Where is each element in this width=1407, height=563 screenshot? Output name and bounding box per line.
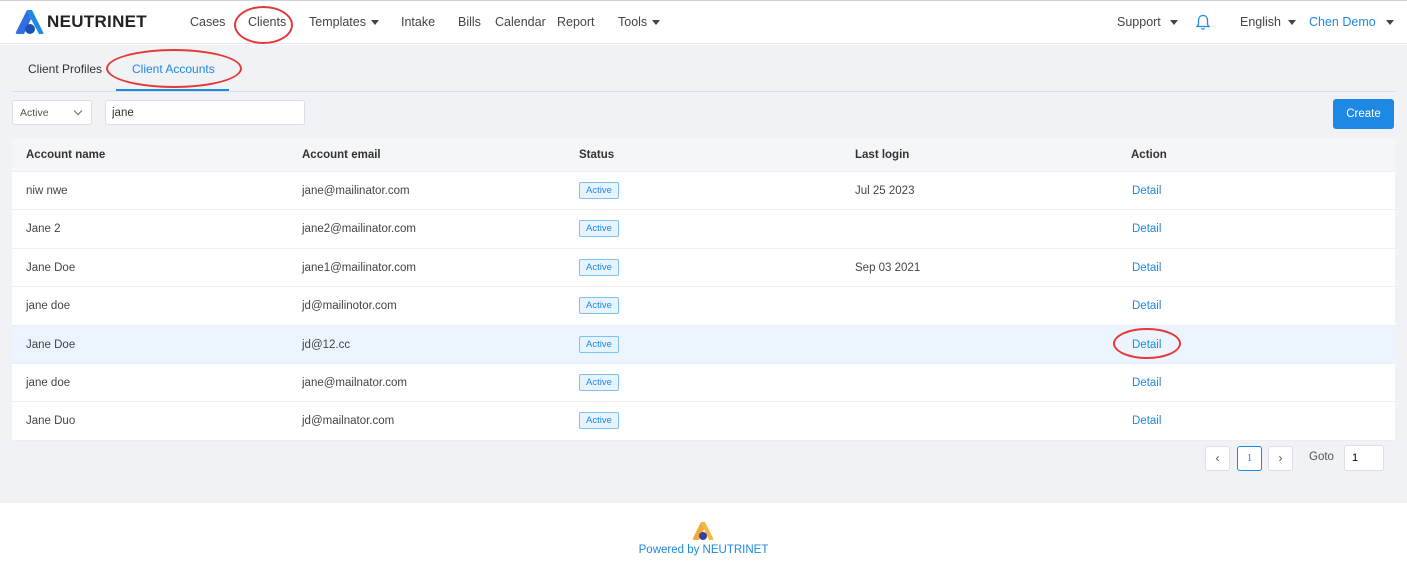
nav-bills[interactable]: Bills: [458, 15, 481, 29]
brand-name: NEUTRINET: [47, 12, 147, 31]
nav-tools[interactable]: Tools: [618, 15, 661, 29]
footer: Powered by NEUTRINET: [0, 503, 1407, 563]
cell-account-email: jane1@mailinator.com: [302, 261, 416, 274]
table-row: Jane Doe jd@12.cc Active Detail: [12, 325, 1395, 364]
cell-account-email: jane@mailnator.com: [302, 376, 407, 389]
goto-page-input[interactable]: [1344, 445, 1384, 471]
caret-down-icon: [1169, 20, 1178, 26]
nav-clients[interactable]: Clients: [248, 15, 286, 29]
status-badge: Active: [579, 220, 619, 238]
tab-client-accounts[interactable]: Client Accounts: [132, 62, 215, 76]
status-filter-value: Active: [20, 107, 49, 119]
prev-page-button[interactable]: ‹: [1205, 446, 1230, 471]
cell-account-email: jane@mailinator.com: [302, 185, 410, 197]
detail-link[interactable]: Detail: [1132, 223, 1161, 235]
nav-support-label: Support: [1117, 15, 1161, 29]
cell-last-login: Jul 25 2023: [855, 185, 915, 197]
cell-account-name: jane doe: [26, 300, 71, 313]
status-badge: Active: [579, 258, 619, 276]
status-filter-select[interactable]: Active: [12, 100, 92, 125]
cell-account-name: niw nwe: [26, 185, 68, 197]
status-badge: Active: [579, 297, 619, 315]
search-input[interactable]: [105, 100, 305, 125]
caret-down-icon: [370, 20, 379, 26]
nav-support[interactable]: Support: [1117, 15, 1178, 29]
detail-link[interactable]: Detail: [1132, 339, 1161, 351]
cell-account-email: jd@mailnator.com: [302, 415, 395, 428]
create-button[interactable]: Create: [1333, 99, 1394, 129]
detail-link[interactable]: Detail: [1132, 377, 1161, 389]
table-row: jane doe jane@mailnator.com Active Detai…: [12, 363, 1395, 403]
page-number-button[interactable]: 1: [1237, 446, 1262, 471]
header-action: Action: [1131, 149, 1167, 161]
header-account-email: Account email: [302, 149, 381, 161]
nav-cases[interactable]: Cases: [190, 15, 225, 29]
cell-account-email: jane2@mailinator.com: [302, 223, 416, 236]
caret-down-icon: [1385, 20, 1394, 26]
table-row: niw nwe jane@mailinator.com Active Jul 2…: [12, 172, 1395, 211]
tab-client-profiles[interactable]: Client Profiles: [28, 62, 102, 76]
nav-intake[interactable]: Intake: [401, 15, 435, 29]
goto-label: Goto: [1309, 451, 1334, 463]
detail-link[interactable]: Detail: [1132, 300, 1161, 312]
chevron-down-icon: [73, 106, 83, 116]
client-accounts-table: Account name Account email Status Last l…: [12, 139, 1395, 441]
caret-down-icon: [1288, 20, 1296, 26]
nav-calendar[interactable]: Calendar: [495, 15, 546, 29]
status-badge: Active: [579, 373, 619, 391]
detail-link[interactable]: Detail: [1132, 415, 1161, 427]
header-status: Status: [579, 149, 615, 161]
caret-down-icon: [652, 20, 661, 26]
neutrinet-footer-logo-icon: [692, 522, 714, 540]
detail-link[interactable]: Detail: [1132, 185, 1161, 197]
top-navbar: NEUTRINET Cases Clients Templates Intake…: [0, 0, 1407, 44]
cell-account-name: Jane Doe: [26, 261, 76, 274]
user-name: Chen Demo: [1309, 15, 1376, 29]
cell-account-name: Jane Duo: [26, 415, 76, 428]
main-content: Client Profiles Client Accounts Active C…: [0, 45, 1407, 503]
brand-logo[interactable]: NEUTRINET: [14, 9, 147, 35]
active-tab-indicator: [116, 89, 229, 91]
cell-last-login: Sep 03 2021: [855, 261, 921, 274]
language-select[interactable]: English: [1240, 15, 1296, 29]
client-tabs: Client Profiles Client Accounts: [12, 45, 1395, 92]
cell-account-email: jd@mailinotor.com: [302, 300, 397, 313]
table-row: jane doe jd@mailinotor.com Active Detail: [12, 287, 1395, 326]
cell-account-email: jd@12.cc: [302, 338, 351, 351]
powered-by-text: Powered by NEUTRINET: [638, 544, 769, 556]
bell-icon[interactable]: [1195, 14, 1211, 31]
table-row: Jane 2 jane2@mailinator.com Active Detai…: [12, 210, 1395, 249]
status-badge: Active: [579, 412, 619, 430]
next-page-button[interactable]: ›: [1268, 446, 1293, 471]
cell-account-name: Jane 2: [26, 223, 61, 236]
table-row: Jane Duo jd@mailnator.com Active Detail: [12, 402, 1395, 441]
status-badge: Active: [579, 182, 619, 199]
language-label: English: [1240, 15, 1281, 29]
table-header: Account name Account email Status Last l…: [12, 139, 1395, 172]
header-account-name: Account name: [26, 149, 106, 161]
detail-link[interactable]: Detail: [1132, 262, 1161, 274]
neutrinet-logo-icon: [15, 10, 44, 34]
nav-report[interactable]: Report: [557, 15, 595, 29]
nav-templates-label: Templates: [309, 15, 366, 29]
nav-tools-label: Tools: [618, 15, 648, 29]
cell-account-name: Jane Doe: [26, 338, 76, 351]
nav-templates[interactable]: Templates: [309, 15, 379, 29]
header-last-login: Last login: [855, 149, 910, 161]
cell-account-name: jane doe: [26, 376, 71, 389]
table-row: Jane Doe jane1@mailinator.com Active Sep…: [12, 248, 1395, 288]
status-badge: Active: [579, 335, 619, 353]
user-menu[interactable]: Chen Demo: [1309, 15, 1394, 29]
